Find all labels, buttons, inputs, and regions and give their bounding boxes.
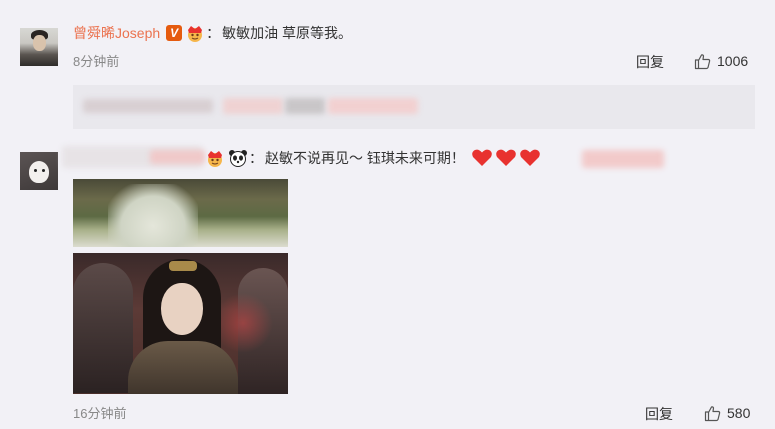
crown-icon bbox=[185, 24, 205, 42]
image-top[interactable] bbox=[73, 179, 288, 247]
separator: ： bbox=[206, 25, 221, 41]
separator: ： bbox=[249, 150, 263, 166]
timestamp: 16分钟前 bbox=[73, 406, 127, 421]
avatar[interactable] bbox=[20, 28, 58, 66]
comment-image[interactable] bbox=[73, 179, 288, 394]
verified-v-icon: V bbox=[166, 25, 183, 41]
username[interactable]: 曾舜晞Joseph bbox=[73, 23, 160, 43]
like-button[interactable]: 580 bbox=[704, 404, 750, 422]
image-bottom[interactable] bbox=[73, 253, 288, 394]
panda-icon bbox=[228, 149, 248, 167]
crown-icon bbox=[205, 149, 225, 167]
like-button[interactable]: 1006 bbox=[694, 52, 748, 70]
thumbs-up-icon bbox=[694, 53, 711, 69]
reply-button[interactable]: 回复 bbox=[636, 53, 664, 71]
comment-line: ： 赵敏不说再见～ 钰琪未来可期！ bbox=[205, 148, 543, 168]
heart-icon bbox=[471, 148, 543, 168]
like-count: 1006 bbox=[717, 53, 749, 69]
timestamp: 8分钟前 bbox=[73, 54, 120, 69]
reply-button[interactable]: 回复 bbox=[645, 405, 673, 423]
reply-preview[interactable] bbox=[73, 85, 755, 129]
comment-text: 敏敏加油 草原等我。 bbox=[222, 25, 353, 41]
comment-line: 曾舜晞Joseph V ： 敏敏加油 草原等我。 bbox=[73, 23, 352, 43]
thumbs-up-icon bbox=[704, 405, 721, 421]
like-count: 580 bbox=[727, 405, 751, 421]
comment-text: 赵敏不说再见～ 钰琪未来可期！ bbox=[265, 150, 465, 166]
avatar[interactable] bbox=[20, 152, 58, 190]
